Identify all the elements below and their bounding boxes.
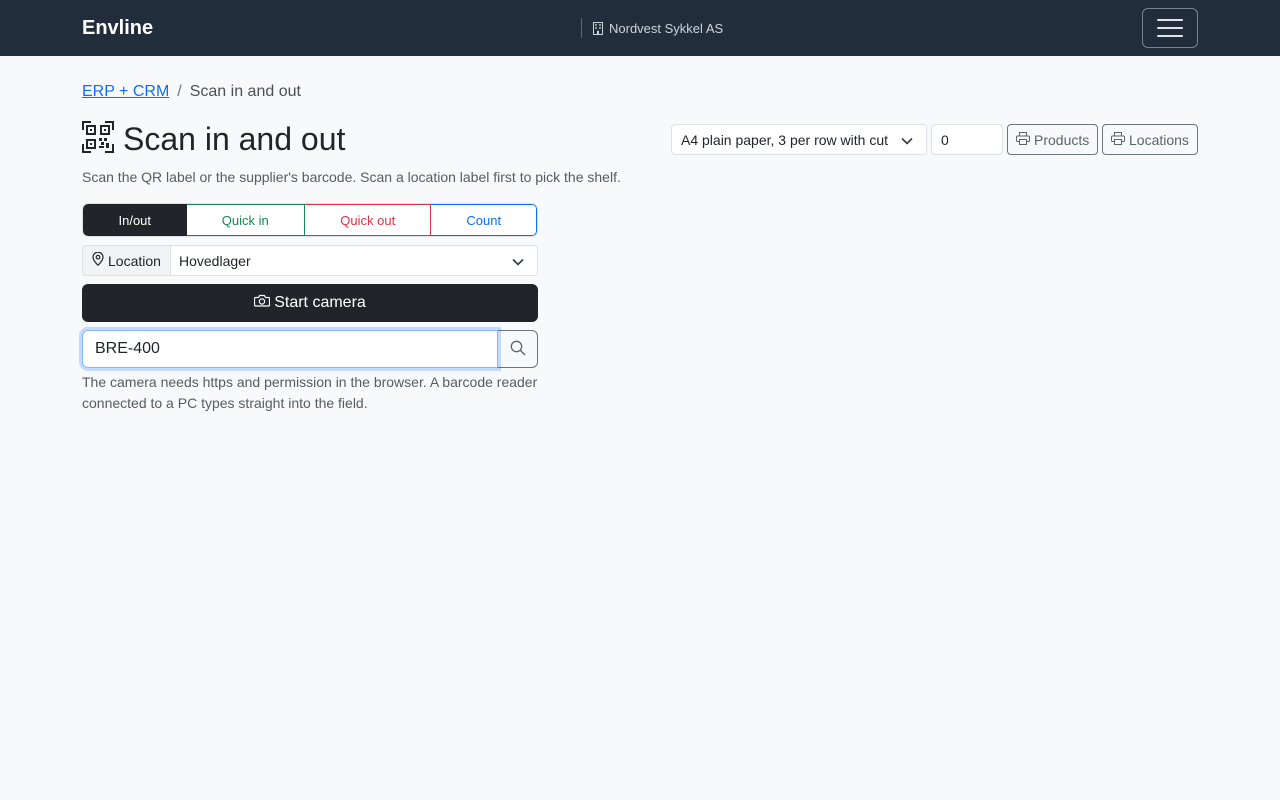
label-quantity-input[interactable] xyxy=(931,124,1003,155)
breadcrumb: ERP + CRM / Scan in and out xyxy=(82,82,301,102)
map-pin-icon xyxy=(92,251,104,269)
location-label: Location xyxy=(82,245,171,276)
location-label-text: Location xyxy=(108,252,161,269)
printer-icon xyxy=(1111,131,1125,148)
mode-inout-button[interactable]: In/out xyxy=(83,204,187,236)
navbar-toggle-button[interactable] xyxy=(1142,8,1198,48)
page-title: Scan in and out xyxy=(123,121,346,157)
scan-mode-group: In/out Quick in Quick out Count xyxy=(82,203,538,237)
location-select[interactable]: Hovedlager xyxy=(171,245,538,276)
mode-quick-in-button[interactable]: Quick in xyxy=(186,204,306,236)
brand-logo[interactable]: Envline xyxy=(82,16,153,40)
label-print-toolbar: A4 plain paper, 3 per row with cut Produ… xyxy=(671,124,1198,155)
chevron-down-icon xyxy=(512,253,524,269)
page-subtitle: Scan the QR label or the supplier's barc… xyxy=(82,169,621,185)
company-name: Nordvest Sykkel AS xyxy=(609,20,724,36)
company-indicator: Nordvest Sykkel AS xyxy=(581,18,723,38)
hamburger-menu-icon xyxy=(1157,27,1183,29)
qr-code-icon xyxy=(82,120,114,158)
search-icon xyxy=(510,340,526,359)
camera-icon xyxy=(254,294,271,312)
location-value: Hovedlager xyxy=(179,252,251,269)
camera-help-text: The camera needs https and permission in… xyxy=(82,374,538,411)
building-icon xyxy=(592,21,604,35)
paper-format-select[interactable]: A4 plain paper, 3 per row with cut xyxy=(671,124,927,155)
start-camera-button[interactable]: Start camera xyxy=(82,284,538,322)
location-group: Location Hovedlager xyxy=(82,245,538,276)
print-products-button[interactable]: Products xyxy=(1007,124,1098,155)
print-products-label: Products xyxy=(1034,131,1090,148)
chevron-down-icon xyxy=(901,132,913,148)
hamburger-menu-icon xyxy=(1157,35,1183,37)
mode-count-button[interactable]: Count xyxy=(431,204,537,236)
breadcrumb-current: Scan in and out xyxy=(189,83,301,100)
breadcrumb-link-erp-crm[interactable]: ERP + CRM xyxy=(82,82,169,102)
breadcrumb-separator: / xyxy=(177,83,182,100)
printer-icon xyxy=(1016,131,1030,148)
scan-search-group xyxy=(82,330,538,368)
top-navbar: Envline Nordvest Sykkel AS xyxy=(0,0,1280,56)
mode-quick-out-button[interactable]: Quick out xyxy=(305,204,432,236)
search-button[interactable] xyxy=(498,330,538,368)
paper-format-value: A4 plain paper, 3 per row with cut xyxy=(681,131,889,148)
hamburger-menu-icon xyxy=(1157,19,1183,21)
scan-code-input[interactable] xyxy=(82,330,498,368)
page-header: Scan in and out xyxy=(82,120,345,158)
print-locations-button[interactable]: Locations xyxy=(1102,124,1198,155)
start-camera-label: Start camera xyxy=(274,294,366,311)
print-locations-label: Locations xyxy=(1129,131,1189,148)
